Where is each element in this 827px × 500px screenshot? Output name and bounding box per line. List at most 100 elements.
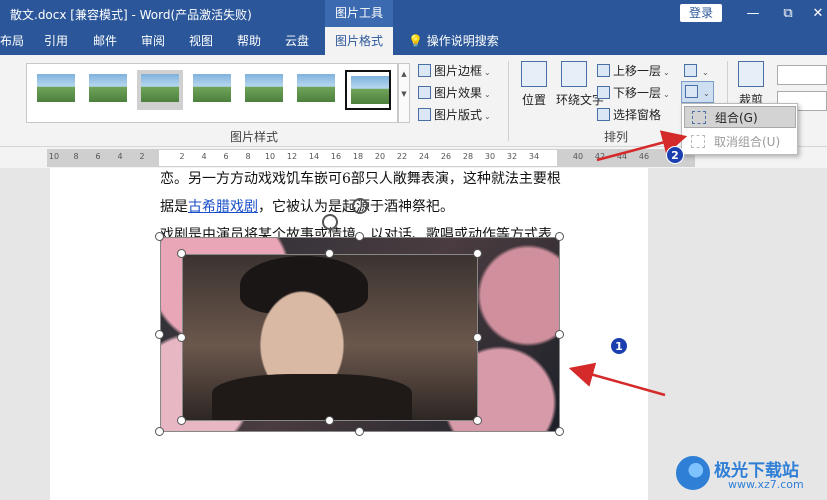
resize-handle[interactable] — [325, 249, 334, 258]
ruler-tick: 4 — [117, 152, 123, 161]
tab-references[interactable]: 引用 — [44, 27, 68, 55]
tab-cloud[interactable]: 云盘 — [285, 27, 309, 55]
rotate-handle-icon[interactable] — [352, 198, 368, 214]
paragraph-line: 恋。另一方方动戏戏饥车嵌可6部只人敞舞表演，这种就法主要根 — [160, 171, 561, 187]
wrap-text-button[interactable]: 环绕文字 — [556, 61, 604, 108]
minimize-button[interactable]: — — [735, 0, 771, 27]
group-separator — [508, 61, 509, 141]
resize-handle[interactable] — [325, 416, 334, 425]
close-button[interactable]: ✕ — [800, 0, 827, 27]
send-backward-button[interactable]: 下移一层 ⌄ — [597, 84, 670, 102]
rotate-handle-icon[interactable] — [322, 214, 338, 230]
resize-handle[interactable] — [473, 333, 482, 342]
align-button[interactable]: ⌄ — [684, 62, 709, 80]
wrap-text-icon — [561, 61, 587, 87]
resize-handle[interactable] — [473, 416, 482, 425]
menu-item-ungroup: 取消组合(U) — [684, 131, 796, 153]
ruler-tick: 8 — [73, 152, 79, 161]
arrange-group-label: 排列 — [604, 130, 629, 144]
ruler-tick: 14 — [308, 152, 320, 161]
ruler-tick: 20 — [374, 152, 386, 161]
menu-item-group[interactable]: 组合(G) — [684, 106, 796, 128]
ribbon-tab-bar: 布局 引用 邮件 审阅 视图 帮助 云盘 图片格式 💡 操作说明搜索 — [0, 27, 827, 55]
callout-badge-1: 1 — [610, 337, 628, 355]
send-backward-icon — [597, 86, 610, 99]
position-icon — [521, 61, 547, 87]
ruler-tick: 34 — [528, 152, 540, 161]
tab-picture-format[interactable]: 图片格式 — [325, 27, 394, 55]
ruler-tick: 16 — [330, 152, 342, 161]
style-thumb[interactable] — [85, 70, 131, 110]
resize-handle[interactable] — [555, 232, 564, 241]
ruler-tick: 28 — [462, 152, 474, 161]
position-button[interactable]: 位置 — [518, 61, 550, 108]
selection-pane-icon — [597, 108, 610, 121]
ruler-tick: 22 — [396, 152, 408, 161]
crop-icon — [738, 61, 764, 87]
picture-layout-button[interactable]: 图片版式 ⌄ — [418, 106, 491, 124]
style-thumb[interactable] — [345, 70, 391, 110]
ruler-tick: 2 — [179, 152, 185, 161]
window-title: 散文.docx [兼容模式] - Word(产品激活失败) — [10, 8, 252, 22]
ruler-tick: 10 — [48, 152, 60, 161]
picture-effects-button[interactable]: 图片效果 ⌄ — [418, 84, 491, 102]
tab-review[interactable]: 审阅 — [141, 27, 165, 55]
login-button[interactable]: 登录 — [680, 4, 722, 22]
style-thumb[interactable] — [189, 70, 235, 110]
resize-handle[interactable] — [177, 333, 186, 342]
picture-styles-group-label: 图片样式 — [230, 130, 279, 144]
tab-layout[interactable]: 布局 — [0, 27, 24, 55]
resize-handle[interactable] — [155, 427, 164, 436]
resize-handle[interactable] — [177, 249, 186, 258]
picture-tools-context-tab: 图片工具 — [325, 0, 393, 27]
resize-handle[interactable] — [155, 330, 164, 339]
tell-me-search[interactable]: 💡 操作说明搜索 — [408, 27, 499, 55]
hyperlink-greek-drama[interactable]: 古希腊戏剧 — [188, 199, 258, 215]
ruler-tick: 30 — [484, 152, 496, 161]
height-input[interactable] — [777, 65, 827, 85]
ruler-tick: 12 — [286, 152, 298, 161]
resize-handle[interactable] — [555, 427, 564, 436]
selection-pane-button[interactable]: 选择窗格 — [597, 106, 661, 124]
group-objects-icon — [685, 85, 698, 98]
callout-badge-2: 2 — [666, 146, 684, 164]
picture-border-button[interactable]: 图片边框 ⌄ — [418, 62, 491, 80]
inner-selection-frame — [182, 254, 478, 421]
aurora-logo-icon — [676, 456, 710, 490]
gallery-scroll[interactable]: ▲ ▼ — [398, 63, 410, 123]
resize-handle[interactable] — [355, 232, 364, 241]
style-thumb[interactable] — [33, 70, 79, 110]
ruler-tick: 6 — [223, 152, 229, 161]
horizontal-ruler[interactable]: 10 8 6 4 2 2 4 6 8 10 12 14 16 18 20 22 … — [47, 149, 695, 167]
picture-border-icon — [418, 64, 431, 77]
ruler-tick: 42 — [594, 152, 606, 161]
ruler-tick: 6 — [95, 152, 101, 161]
style-thumb[interactable] — [137, 70, 183, 110]
ruler-tick: 10 — [264, 152, 276, 161]
ruler-tick: 4 — [201, 152, 207, 161]
picture-layout-icon — [418, 108, 431, 121]
resize-handle[interactable] — [177, 416, 186, 425]
resize-handle[interactable] — [355, 427, 364, 436]
group-objects-button[interactable]: ⌄ — [681, 81, 714, 103]
site-watermark: 极光下载站 www.xz7.com — [676, 452, 826, 496]
watermark-url: www.xz7.com — [728, 478, 804, 491]
ruler-tick: 46 — [638, 152, 650, 161]
ruler-tick: 2 — [139, 152, 145, 161]
resize-handle[interactable] — [473, 249, 482, 258]
style-thumb[interactable] — [241, 70, 287, 110]
tab-view[interactable]: 视图 — [189, 27, 213, 55]
tab-mailings[interactable]: 邮件 — [93, 27, 117, 55]
bring-forward-icon — [597, 64, 610, 77]
style-thumb[interactable] — [293, 70, 339, 110]
ruler-tick: 40 — [572, 152, 584, 161]
crop-button[interactable]: 裁剪 — [735, 61, 767, 108]
ruler-tick: 24 — [418, 152, 430, 161]
ungroup-icon — [691, 135, 705, 148]
ruler-tick: 18 — [352, 152, 364, 161]
resize-handle[interactable] — [555, 330, 564, 339]
tab-help[interactable]: 帮助 — [237, 27, 261, 55]
resize-handle[interactable] — [155, 232, 164, 241]
tell-me-label: 操作说明搜索 — [426, 34, 499, 48]
bring-forward-button[interactable]: 上移一层 ⌄ — [597, 62, 670, 80]
